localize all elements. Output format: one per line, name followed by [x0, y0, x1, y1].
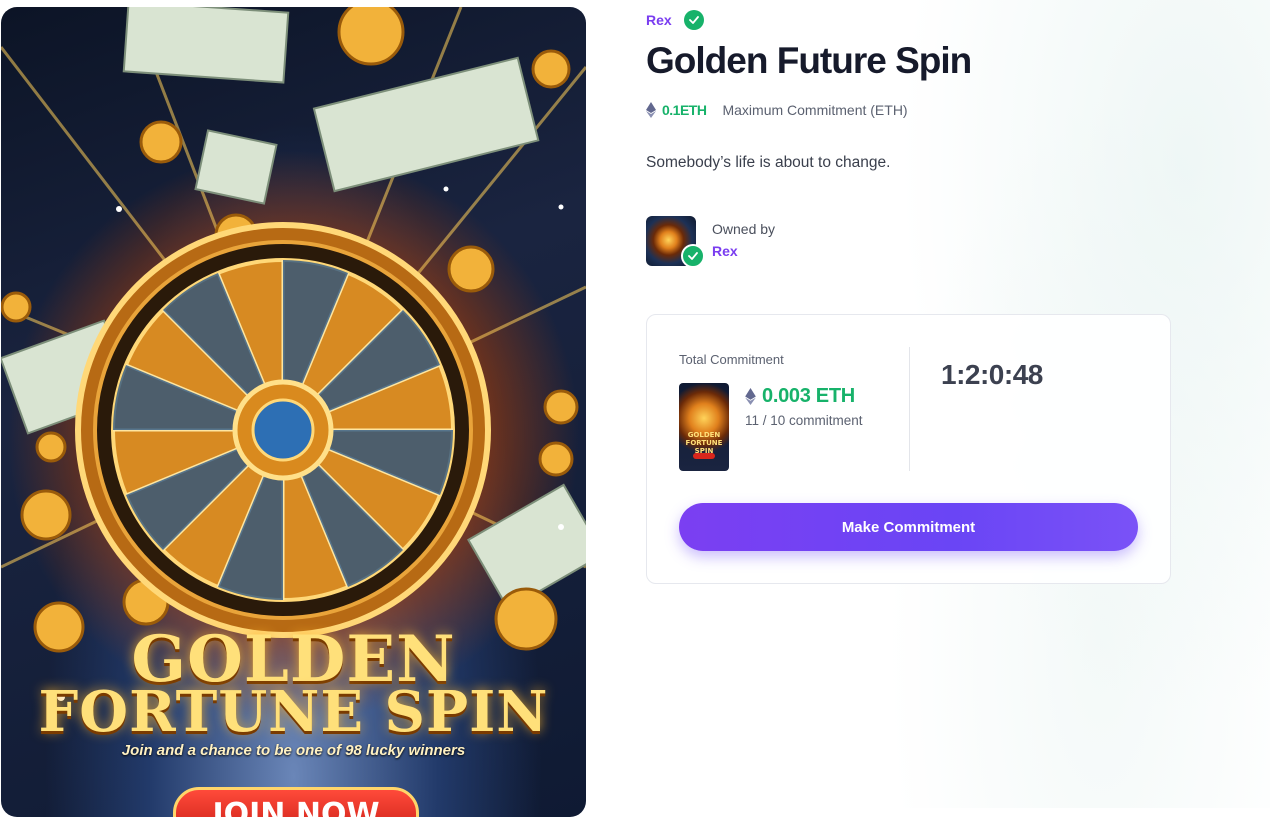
- owner-link[interactable]: Rex: [712, 243, 775, 259]
- description: Somebody’s life is about to change.: [646, 154, 891, 171]
- check-circle-icon: [683, 10, 704, 30]
- ethereum-icon: [646, 102, 656, 118]
- make-commitment-button[interactable]: Make Commitment: [679, 503, 1138, 551]
- thumbnail-title: GOLDEN FORTUNE SPIN: [685, 431, 723, 455]
- creator-row: Rex: [646, 9, 704, 31]
- check-circle-icon: [681, 244, 705, 268]
- artwork-tagline: Join and a chance to be one of 98 lucky …: [121, 742, 466, 759]
- total-commitment-amount: 0.003 ETH: [762, 385, 855, 407]
- countdown-timer: 1:2:0:48: [941, 359, 1043, 390]
- artwork-title-line2: FORTUNE SPIN: [38, 679, 549, 745]
- owner-section: Owned by Rex: [646, 216, 776, 268]
- commitment-count: 11 / 10 commitment: [745, 413, 863, 428]
- amount-row: 0.003 ETH: [745, 385, 855, 408]
- total-commitment-label: Total Commitment: [679, 352, 784, 367]
- ethereum-icon: [745, 388, 756, 405]
- max-commitment-row: 0.1ETH Maximum Commitment (ETH): [646, 102, 908, 118]
- artwork-join-badge: JOIN NOW: [173, 787, 419, 817]
- page-title: Golden Future Spin: [646, 40, 972, 81]
- commitment-thumbnail: GOLDEN FORTUNE SPIN: [679, 383, 729, 471]
- card-divider: [909, 347, 910, 471]
- max-commitment-label: Maximum Commitment (ETH): [722, 102, 908, 118]
- nft-artwork: GOLDEN FORTUNE SPIN Join and a chance to…: [1, 7, 586, 817]
- avatar[interactable]: [646, 216, 705, 268]
- max-commitment-value: 0.1ETH: [662, 102, 707, 118]
- commitment-card: Total Commitment GOLDEN FORTUNE SPIN 0.00…: [646, 314, 1171, 584]
- creator-link[interactable]: Rex: [646, 12, 672, 28]
- owned-by-label: Owned by: [712, 221, 776, 237]
